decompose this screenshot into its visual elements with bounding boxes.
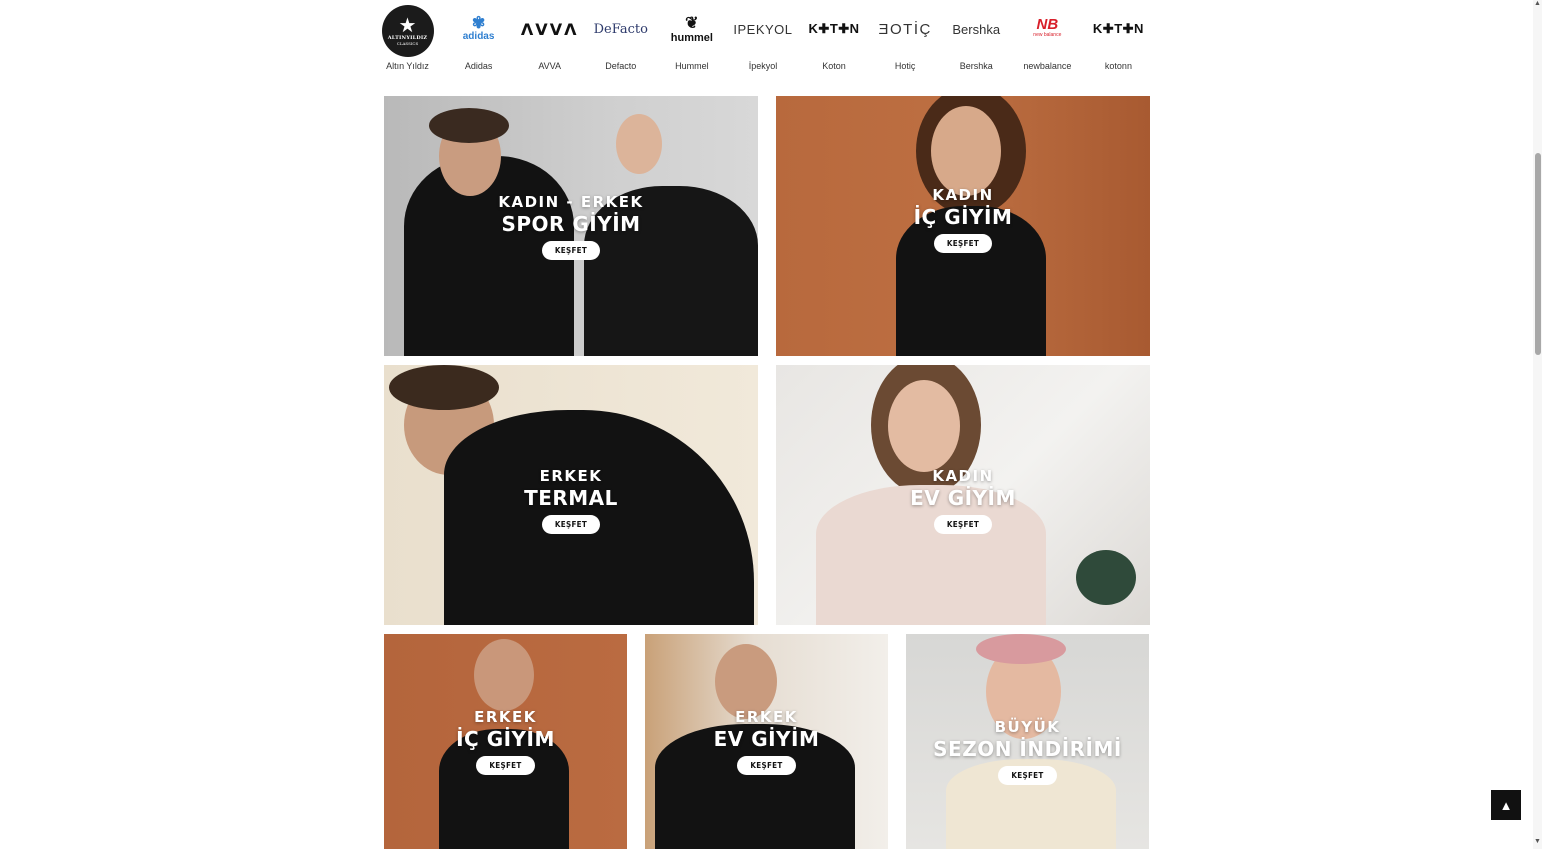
mug — [1076, 550, 1136, 605]
logo-text: K✚T✚N — [1092, 21, 1144, 36]
model-hair — [389, 365, 499, 410]
kesfet-button[interactable]: KEŞFET — [541, 514, 601, 534]
logo-text: hummel — [670, 31, 713, 44]
scroll-down-arrow-icon[interactable]: ▼ — [1534, 838, 1541, 845]
brand-name: Altın Yıldız — [386, 61, 429, 71]
logo-text: ƎOTİÇ — [878, 20, 932, 38]
scroll-to-top-button[interactable]: ▲ — [1491, 790, 1521, 820]
brand-logo: ƎOTİÇ — [870, 0, 941, 58]
kesfet-button[interactable]: KEŞFET — [541, 240, 601, 260]
scrollbar-thumb[interactable] — [1535, 153, 1541, 355]
model-head — [474, 639, 534, 711]
logo-subtext: new balance — [1033, 32, 1062, 38]
caption-main: EV GİYİM — [910, 485, 1016, 510]
logo-text: DeFacto — [593, 21, 648, 37]
caption-top: ERKEK — [539, 466, 603, 485]
caption-main: SEZON İNDİRİMİ — [933, 737, 1122, 761]
caption-main: EV GİYİM — [713, 727, 820, 751]
brand-defacto[interactable]: DeFacto Defacto — [585, 0, 656, 80]
brand-name: newbalance — [1023, 61, 1072, 71]
brand-hummel[interactable]: ❦ hummel Hummel — [656, 0, 727, 80]
brand-name: Adidas — [464, 61, 493, 71]
chevron-up-icon: ▲ — [1499, 797, 1513, 813]
logo-text: IPEKYOL — [733, 21, 793, 37]
kesfet-button[interactable]: KEŞFET — [737, 756, 796, 775]
brand-bershka[interactable]: Bershka Bershka — [941, 0, 1012, 80]
brand-name: Bershka — [959, 61, 993, 71]
brand-name: İpekyol — [748, 61, 778, 71]
brand-logo: ★ ALTINYILDIZ CLASSICS — [372, 0, 443, 58]
brand-logo: K✚T✚N — [1083, 0, 1154, 58]
model-head — [931, 106, 1001, 196]
banner-caption: KADIN İÇ GİYİM KEŞFET — [914, 186, 1013, 253]
sleep-mask — [976, 634, 1066, 664]
star-icon: ★ — [398, 14, 417, 37]
model-hair — [429, 108, 509, 143]
brand-name: Koton — [822, 61, 846, 71]
brand-avva[interactable]: ΛVVΛ AVVA — [514, 0, 585, 80]
caption-top: BÜYÜK — [994, 718, 1061, 736]
kesfet-button[interactable]: KEŞFET — [933, 233, 993, 253]
brand-logo: Bershka — [941, 0, 1012, 58]
logo-text: NB — [1036, 16, 1059, 33]
banner-caption: ERKEK İÇ GİYİM KEŞFET — [456, 708, 555, 775]
banner-caption: KADIN EV GİYİM KEŞFET — [910, 467, 1016, 534]
banner-erkek-ev-giyim[interactable]: ERKEK EV GİYİM KEŞFET — [645, 634, 888, 849]
brand-altinyildiz[interactable]: ★ ALTINYILDIZ CLASSICS Altın Yıldız — [372, 0, 443, 80]
brand-adidas[interactable]: ✾ adidas Adidas — [443, 0, 514, 80]
kesfet-button[interactable]: KEŞFET — [998, 766, 1057, 785]
banner-spor-giyim[interactable]: KADIN - ERKEK SPOR GİYİM KEŞFET — [384, 96, 758, 356]
brand-logo: NB new balance — [1012, 0, 1083, 58]
brand-logo: K✚T✚N — [799, 0, 870, 58]
banner-caption: ERKEK EV GİYİM KEŞFET — [714, 708, 820, 775]
caption-top: KADIN — [932, 466, 994, 485]
caption-main: TERMAL — [524, 485, 618, 510]
caption-main: İÇ GİYİM — [456, 727, 555, 751]
logo-text: Bershka — [952, 21, 1001, 37]
brand-ipekyol[interactable]: IPEKYOL İpekyol — [727, 0, 798, 80]
caption-top: ERKEK — [474, 708, 537, 726]
caption-top: KADIN — [932, 185, 994, 204]
banner-caption: ERKEK TERMAL KEŞFET — [524, 467, 618, 534]
kesfet-button[interactable]: KEŞFET — [476, 756, 535, 775]
brand-newbalance[interactable]: NB new balance newbalance — [1012, 0, 1083, 80]
brand-logo: ΛVVΛ — [514, 0, 585, 58]
brand-name: Hotiç — [894, 61, 916, 71]
model-head — [888, 380, 960, 472]
brand-logo: IPEKYOL — [727, 0, 798, 58]
bee-icon: ❦ — [685, 14, 699, 32]
model-head — [616, 114, 662, 174]
brand-name: Defacto — [605, 61, 637, 71]
banner-sezon-indirimi[interactable]: BÜYÜK SEZON İNDİRİMİ KEŞFET — [906, 634, 1149, 849]
brand-name: kotonn — [1104, 61, 1132, 71]
brand-name: Hummel — [675, 61, 709, 71]
logo-text: adidas — [462, 31, 495, 42]
caption-top: KADIN - ERKEK — [498, 192, 644, 211]
scrollbar-track[interactable] — [1533, 0, 1542, 849]
brand-logo: ❦ hummel — [656, 0, 727, 58]
logo-subtext: CLASSICS — [396, 40, 419, 46]
caption-main: İÇ GİYİM — [913, 204, 1013, 229]
kesfet-button[interactable]: KEŞFET — [933, 514, 993, 534]
banner-kadin-ev-giyim[interactable]: KADIN EV GİYİM KEŞFET — [776, 365, 1150, 625]
brand-koton[interactable]: K✚T✚N Koton — [799, 0, 870, 80]
logo-text: K✚T✚N — [808, 21, 860, 36]
brand-hotic[interactable]: ƎOTİÇ Hotiç — [870, 0, 941, 80]
trefoil-icon: ✾ — [471, 15, 486, 32]
banner-erkek-ic-giyim[interactable]: ERKEK İÇ GİYİM KEŞFET — [384, 634, 627, 849]
banner-erkek-termal[interactable]: ERKEK TERMAL KEŞFET — [384, 365, 758, 625]
brand-name: AVVA — [538, 61, 562, 71]
banner-caption: BÜYÜK SEZON İNDİRİMİ KEŞFET — [933, 718, 1122, 785]
banner-kadin-ic-giyim[interactable]: KADIN İÇ GİYİM KEŞFET — [776, 96, 1150, 356]
brand-kotonn[interactable]: K✚T✚N kotonn — [1083, 0, 1154, 80]
altinyildiz-logo: ★ ALTINYILDIZ CLASSICS — [381, 5, 434, 57]
caption-top: ERKEK — [735, 708, 798, 726]
caption-main: SPOR GİYİM — [501, 211, 641, 236]
logo-text: ΛVVΛ — [520, 19, 579, 39]
banner-caption: KADIN - ERKEK SPOR GİYİM KEŞFET — [498, 193, 643, 260]
brand-logo: DeFacto — [585, 0, 656, 58]
brand-strip: ★ ALTINYILDIZ CLASSICS Altın Yıldız ✾ ad… — [372, 0, 1154, 80]
brand-logo: ✾ adidas — [443, 0, 514, 58]
scroll-up-arrow-icon[interactable]: ▲ — [1534, 0, 1541, 7]
